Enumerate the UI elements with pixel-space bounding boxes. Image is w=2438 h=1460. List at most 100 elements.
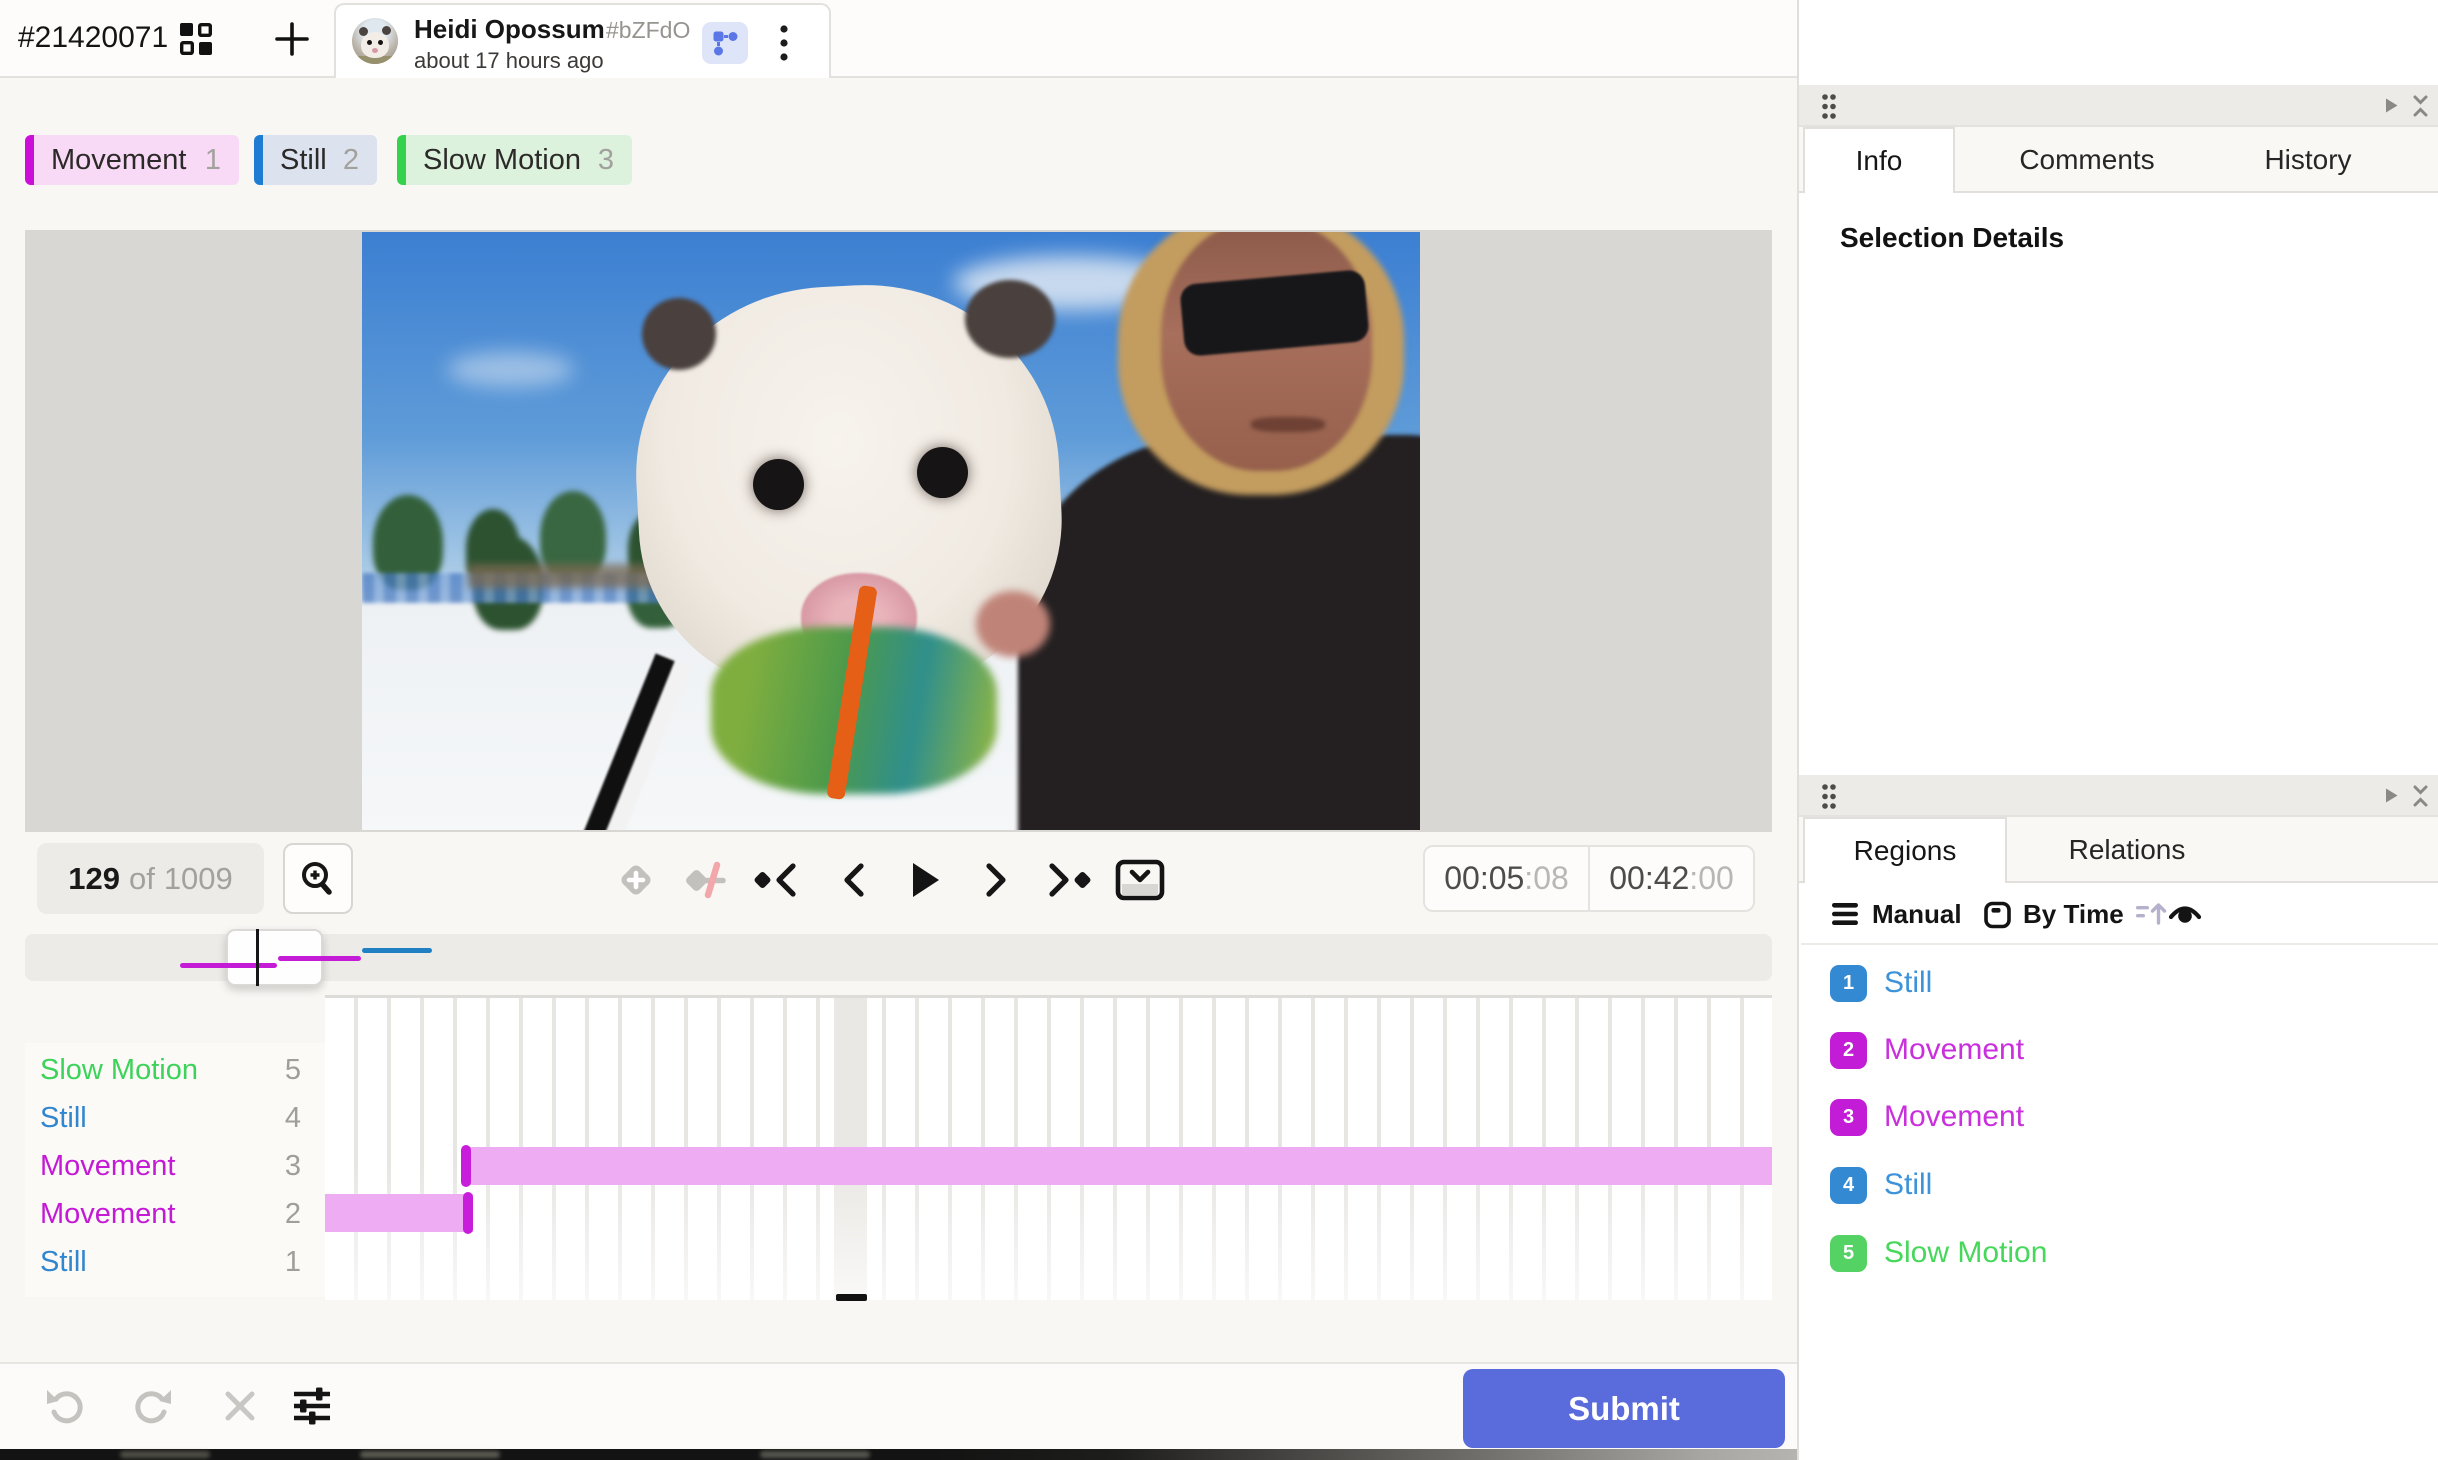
region-label: Still xyxy=(1884,1168,1933,1201)
collapse-frames-button[interactable] xyxy=(1112,852,1168,908)
info-panel-header xyxy=(1799,85,2438,127)
tab-regions[interactable]: Regions xyxy=(1803,817,2007,883)
keyframe-interpolation-button[interactable] xyxy=(680,852,736,908)
opossum-ear xyxy=(642,297,717,370)
region-item-5[interactable]: 5 Slow Motion xyxy=(1830,1225,2047,1281)
manual-sort-button[interactable]: Manual xyxy=(1832,894,1962,934)
drag-handle-icon[interactable] xyxy=(1821,783,1837,810)
total-frames: 1009 xyxy=(163,860,233,896)
add-keyframe-button[interactable] xyxy=(608,852,664,908)
annotation-hash: #bZFdO xyxy=(606,17,691,43)
region-badge: 4 xyxy=(1830,1166,1867,1204)
label-chip-text: Movement xyxy=(51,144,187,176)
undo-icon xyxy=(44,1387,86,1425)
grid-view-button[interactable] xyxy=(168,11,224,67)
delete-button[interactable] xyxy=(214,1380,266,1432)
timeline-zoom-button[interactable] xyxy=(283,843,353,914)
tab-info[interactable]: Info xyxy=(1803,127,1955,193)
label-chip-still[interactable]: Still 2 xyxy=(254,135,377,185)
visibility-eye-icon[interactable] xyxy=(2167,900,2203,928)
timeline-region-movement-3[interactable] xyxy=(464,1147,1772,1185)
label-accent xyxy=(397,135,406,185)
redo-icon xyxy=(132,1387,174,1425)
settings-sliders-button[interactable] xyxy=(286,1380,338,1432)
annotator-name: Heidi Opossum xyxy=(414,14,605,44)
expand-panel-icon[interactable] xyxy=(2384,787,2399,804)
keyframe-marker[interactable] xyxy=(461,1145,471,1187)
redo-button[interactable] xyxy=(127,1380,179,1432)
keyframe-slash-icon xyxy=(681,858,735,902)
close-icon xyxy=(222,1388,258,1424)
ski-pole xyxy=(557,653,692,830)
person-mouth xyxy=(1250,417,1325,432)
tab-relations[interactable]: Relations xyxy=(2007,817,2247,883)
background-window-strip xyxy=(0,1449,1797,1460)
collapse-panel-icon[interactable] xyxy=(2411,783,2430,809)
node-link-icon xyxy=(711,29,739,57)
time-display[interactable]: 00:05:08 00:42:00 xyxy=(1423,845,1755,912)
region-item-2[interactable]: 2 Movement xyxy=(1830,1022,2024,1078)
seek-region-movement[interactable] xyxy=(278,956,361,961)
avatar xyxy=(352,18,398,64)
prev-keyframe-icon xyxy=(753,860,801,900)
seek-region-still[interactable] xyxy=(362,948,432,953)
current-time: 00:05:08 xyxy=(1444,860,1569,896)
label-chip-text: Still xyxy=(280,144,327,176)
region-item-4[interactable]: 4 Still xyxy=(1830,1157,1932,1213)
tab-comments[interactable]: Comments xyxy=(1967,127,2207,193)
bottom-action-bar: Submit xyxy=(0,1362,1797,1449)
annotation-card[interactable]: Heidi Opossum #bZFdO about 17 hours ago xyxy=(334,3,831,78)
play-icon xyxy=(907,859,943,901)
by-time-icon xyxy=(1984,900,2011,929)
label-chip-hotkey: 2 xyxy=(342,144,359,176)
next-keyframe-button[interactable] xyxy=(1040,852,1096,908)
tab-history[interactable]: History xyxy=(2218,127,2398,193)
by-time-sort-button[interactable]: By Time xyxy=(1984,894,2167,934)
region-badge: 3 xyxy=(1830,1098,1867,1136)
info-tabs: Info Comments History xyxy=(1799,127,2438,193)
kebab-icon xyxy=(779,24,789,62)
frame-counter[interactable]: 129 of 1009 xyxy=(37,843,264,914)
prev-keyframe-button[interactable] xyxy=(749,852,805,908)
relations-toggle-button[interactable] xyxy=(702,22,748,64)
track-row-still-4[interactable]: Still 4 xyxy=(25,1094,325,1142)
track-row-slow-motion[interactable]: Slow Motion 5 xyxy=(25,1046,325,1094)
track-row-movement-3[interactable]: Movement 3 xyxy=(25,1142,325,1190)
hand xyxy=(975,590,1050,657)
region-item-3[interactable]: 3 Movement xyxy=(1830,1089,2024,1145)
opossum-ear xyxy=(965,279,1055,358)
track-row-still-1[interactable]: Still 1 xyxy=(25,1238,325,1286)
region-label: Movement xyxy=(1884,1033,2025,1066)
undo-button[interactable] xyxy=(39,1380,91,1432)
track-label-panel: Slow Motion 5 Still 4 Movement 3 Movement 2 … xyxy=(25,1043,325,1297)
label-chip-hotkey: 1 xyxy=(204,144,221,176)
total-time: 00:42:00 xyxy=(1588,847,1753,910)
label-chip-movement[interactable]: Movement 1 xyxy=(25,135,239,185)
chevron-left-icon xyxy=(836,860,868,900)
collapse-panel-icon[interactable] xyxy=(2411,93,2430,119)
prev-frame-button[interactable] xyxy=(824,852,880,908)
track-row-movement-2[interactable]: Movement 2 xyxy=(25,1190,325,1238)
add-annotation-button[interactable] xyxy=(264,11,320,67)
seek-region-movement[interactable] xyxy=(180,963,277,968)
submit-button[interactable]: Submit xyxy=(1463,1369,1785,1448)
region-label: Movement xyxy=(1884,1100,2025,1133)
label-chip-slow-motion[interactable]: Slow Motion 3 xyxy=(397,135,632,185)
timeline-region-movement-2[interactable] xyxy=(325,1194,473,1232)
keyframe-marker[interactable] xyxy=(463,1192,473,1234)
play-button[interactable] xyxy=(897,852,953,908)
seek-playhead[interactable] xyxy=(256,929,259,986)
annotation-menu-button[interactable] xyxy=(761,20,807,66)
region-badge: 2 xyxy=(1830,1031,1867,1069)
next-frame-button[interactable] xyxy=(970,852,1026,908)
frame-separator: of xyxy=(128,860,155,896)
region-badge: 5 xyxy=(1830,1234,1867,1272)
expand-panel-icon[interactable] xyxy=(2384,97,2399,114)
region-item-1[interactable]: 1 Still xyxy=(1830,955,1932,1011)
plus-icon xyxy=(273,20,311,58)
regions-list: 1 Still 2 Movement 3 Movement 4 Still 5 … xyxy=(1801,943,2438,1272)
timeline-playhead-handle[interactable] xyxy=(836,1294,867,1301)
current-frame: 129 xyxy=(68,860,120,896)
video-frame xyxy=(362,232,1420,830)
drag-handle-icon[interactable] xyxy=(1821,93,1837,120)
